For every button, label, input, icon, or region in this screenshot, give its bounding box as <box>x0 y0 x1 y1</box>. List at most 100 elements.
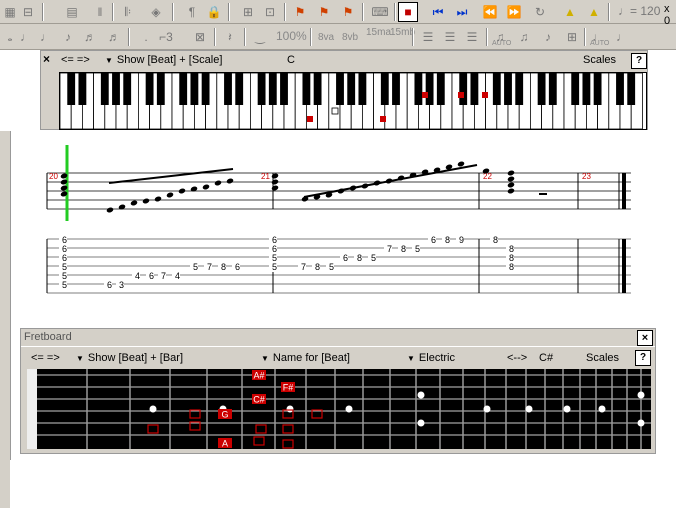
insert-paste-icon[interactable]: ⊡ <box>260 2 280 22</box>
tie-icon[interactable]: ‿ <box>250 27 270 47</box>
fretboard-scales-button[interactable]: Scales <box>586 352 619 364</box>
fretboard-panel: Fretboard × <= => ▼ Show [Beat] + [Bar] ▼… <box>20 328 656 454</box>
tab-number: 4 <box>135 271 140 281</box>
fretboard-note-outline <box>255 424 267 434</box>
keyboard-panel: × <= => ▼ Show [Beat] + [Scale] C Scales … <box>40 50 648 130</box>
score-svg: 20 21 22 23 666555 6 34 6 7 45 7 8 66655 7 8 56 8 57 8 56 8… <box>46 145 631 294</box>
fretboard-arrows[interactable]: <--> <box>507 352 527 364</box>
tempo-display: ♩= 120 <box>618 4 661 18</box>
unbeam-icon[interactable]: ♪ <box>538 27 558 47</box>
quarter-note-icon[interactable]: ♩ <box>36 27 56 47</box>
beam-grid-icon[interactable]: ⊞ <box>562 27 582 47</box>
tab-number: 8 <box>401 244 406 254</box>
repeat-icon[interactable]: 𝄆 <box>118 2 138 22</box>
piano-note-marker <box>307 116 313 122</box>
piano-black-key <box>358 73 367 105</box>
piano-black-key <box>537 73 546 105</box>
layout-icon[interactable]: ▤ <box>62 2 82 22</box>
keyboard-nav[interactable]: <= => <box>61 54 90 66</box>
stem-icon[interactable]: ♩ <box>612 27 632 47</box>
half-note-icon[interactable]: ♩ <box>16 27 36 47</box>
tab-number: 3 <box>119 280 124 290</box>
fretboard-note-outline <box>282 439 294 449</box>
beam-icon[interactable]: ♫ <box>514 27 534 47</box>
stop-button[interactable]: ■ <box>398 2 418 22</box>
fretboard-inlay-dot <box>483 405 491 413</box>
tuplet-icon[interactable]: ⌐3 <box>156 27 176 47</box>
main-toolbar: ▦ ⊟ ▤ ‖ 𝄆 ◈ ¶ 🔒 ⊞ ⊡ ⚑ ⚑ ⚑ ⌨ ■ ⏮ ⏭ ⏪ ⏩ ↻ … <box>0 0 676 27</box>
metronome-icon[interactable]: ▲ <box>560 2 580 22</box>
piano-keyboard[interactable] <box>59 72 647 130</box>
rewind-icon[interactable]: ⏪ <box>480 2 500 22</box>
piano-black-key <box>190 73 199 105</box>
fretboard-name-label: Name for [Beat] <box>272 352 350 364</box>
flag-left-icon[interactable]: ⚑ <box>290 2 310 22</box>
fretboard-show-label: Show [Beat] + [Bar] <box>87 352 184 364</box>
fretboard-show-dropdown[interactable]: ▼ Show [Beat] + [Bar] <box>76 352 183 364</box>
piano-black-key <box>582 73 591 105</box>
piano-black-key <box>280 73 288 105</box>
keyboard-icon[interactable]: ⌨ <box>370 2 390 22</box>
fretboard-name-dropdown[interactable]: ▼ Name for [Beat] <box>261 352 350 364</box>
keyboard-show-dropdown[interactable]: ▼ Show [Beat] + [Scale] <box>105 54 222 66</box>
tab-number: 8 <box>221 262 226 272</box>
fretboard-note-label: A <box>222 439 228 449</box>
fretboard-close-button[interactable]: × <box>637 330 653 346</box>
piano-note-marker <box>422 92 428 98</box>
align-left-icon[interactable]: ⊟ <box>18 2 38 22</box>
eighth-note-icon[interactable]: ♪ <box>58 27 78 47</box>
barline-icon[interactable]: ‖ <box>90 2 110 22</box>
piano-black-key <box>459 73 468 105</box>
thirtysecond-note-icon[interactable]: ♬ <box>104 27 124 47</box>
piano-black-key <box>470 73 479 105</box>
metronome-count-icon[interactable]: ▲ <box>584 2 604 22</box>
quindicesima-up-button[interactable]: 15ma <box>366 27 391 38</box>
keyboard-scales-button[interactable]: Scales <box>583 54 616 66</box>
fretboard-instrument-dropdown[interactable]: ▼ Electric <box>407 352 455 364</box>
auto-label-2: AUTO <box>590 40 610 47</box>
grid-icon[interactable]: ▦ <box>0 2 20 22</box>
lines-3-icon[interactable]: ☰ <box>462 27 482 47</box>
fretboard-help-button[interactable]: ? <box>635 350 651 366</box>
keyboard-close-button[interactable]: × <box>43 52 50 66</box>
tab-number: 5 <box>329 262 334 272</box>
beam <box>303 164 478 198</box>
tie-grid-icon[interactable]: ⊠ <box>190 27 210 47</box>
rest-icon[interactable]: 𝄽 <box>220 27 240 47</box>
piano-black-key <box>515 73 524 105</box>
score-bottom <box>10 460 676 508</box>
fretboard-inlay-dot <box>525 405 533 413</box>
percent-display[interactable]: 100% <box>276 29 307 43</box>
note-head <box>271 179 279 185</box>
piano-black-key <box>616 73 624 105</box>
transpose-icon[interactable]: ◈ <box>146 2 166 22</box>
loop-icon[interactable]: ↻ <box>530 2 550 22</box>
first-icon[interactable]: ⏮ <box>428 2 448 22</box>
paragraph-icon[interactable]: ¶ <box>182 2 202 22</box>
tab-number: 4 <box>175 271 180 281</box>
fretboard-nav[interactable]: <= => <box>31 352 60 364</box>
insert-icon[interactable]: ⊞ <box>238 2 258 22</box>
flag-right-icon[interactable]: ⚑ <box>338 2 358 22</box>
keyboard-help-button[interactable]: ? <box>631 53 647 69</box>
lines-1-icon[interactable]: ☰ <box>418 27 438 47</box>
score-area[interactable]: 20 21 22 23 6665556346745786665578568578568… <box>10 131 676 323</box>
fretboard-note-label: G <box>221 410 228 420</box>
rest <box>539 193 547 195</box>
beam <box>108 168 234 184</box>
flag-mid-icon[interactable]: ⚑ <box>314 2 334 22</box>
tab-number: 6 <box>149 271 154 281</box>
ottava-up-button[interactable]: 8va <box>318 32 334 43</box>
dotted-icon[interactable]: . <box>136 27 156 47</box>
piano-black-key <box>571 73 580 105</box>
sixteenth-note-icon[interactable]: ♬ <box>80 27 100 47</box>
piano-black-key <box>593 73 602 105</box>
lock-icon[interactable]: 🔒 <box>204 2 224 22</box>
fretboard-neck[interactable]: A# F# C# G A <box>27 369 651 449</box>
lines-2-icon[interactable]: ☰ <box>440 27 460 47</box>
last-icon[interactable]: ⏭ <box>452 2 472 22</box>
tab-number: 5 <box>415 244 420 254</box>
fastforward-icon[interactable]: ⏩ <box>504 2 524 22</box>
note-head <box>166 192 174 198</box>
ottava-down-button[interactable]: 8vb <box>342 32 358 43</box>
